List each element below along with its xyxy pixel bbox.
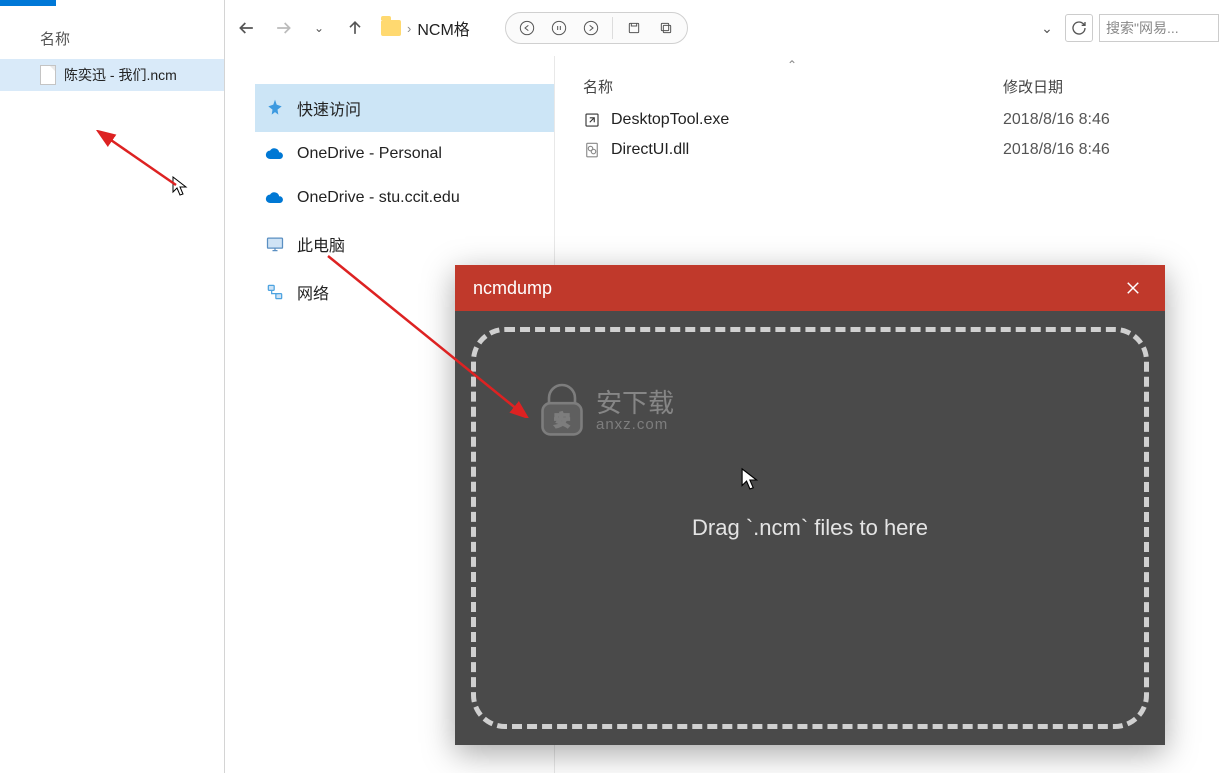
column-header-name[interactable]: 名称 xyxy=(583,76,1003,97)
search-placeholder: 搜索"网易... xyxy=(1106,18,1179,38)
nav-pc-label: 此电脑 xyxy=(297,232,345,256)
nav-quick-label: 快速访问 xyxy=(297,96,361,120)
address-dropdown-button[interactable]: ⌄ xyxy=(1035,16,1059,40)
cursor-icon xyxy=(172,176,190,204)
shortcut-icon xyxy=(583,111,601,129)
nav-onedrive1-label: OneDrive - Personal xyxy=(297,145,442,163)
ncmdump-window: ncmdump 安 安下载 anxz.com Drag `.ncm` f xyxy=(455,265,1165,745)
left-file-name: 陈奕迅 - 我们.ncm xyxy=(64,65,177,85)
forward-button[interactable] xyxy=(269,14,297,42)
explorer-toolbar: ⌄ › NCM格 ⌄ 搜索"网易... xyxy=(225,0,1225,56)
pc-icon xyxy=(265,234,285,254)
save-button[interactable] xyxy=(619,15,649,41)
ncmdump-title: ncmdump xyxy=(473,278,552,299)
media-controls-pill xyxy=(505,12,688,44)
ncmdump-titlebar[interactable]: ncmdump xyxy=(455,265,1165,311)
cloud-icon xyxy=(265,188,285,208)
sidebar-item-quick-access[interactable]: 快速访问 xyxy=(255,84,554,132)
column-headers: ⌃ 名称 修改日期 xyxy=(555,56,1225,105)
cursor-icon xyxy=(741,467,761,499)
file-name: DirectUI.dll xyxy=(611,141,689,159)
lock-icon: 安 xyxy=(536,382,588,440)
refresh-button[interactable] xyxy=(1065,14,1093,42)
pin-icon xyxy=(265,98,285,118)
recent-dropdown-button[interactable]: ⌄ xyxy=(305,14,333,42)
toolbar-right-controls: ⌄ 搜索"网易... xyxy=(1035,14,1219,42)
skip-forward-button[interactable] xyxy=(576,15,606,41)
search-input[interactable]: 搜索"网易... xyxy=(1099,14,1219,42)
dropzone-text: Drag `.ncm` files to here xyxy=(692,515,928,541)
folder-icon xyxy=(381,20,401,36)
breadcrumb[interactable]: › NCM格 xyxy=(377,16,474,40)
breadcrumb-folder[interactable]: NCM格 xyxy=(417,16,469,40)
watermark: 安 安下载 anxz.com xyxy=(536,382,674,440)
file-date: 2018/8/16 8:46 xyxy=(1003,141,1183,159)
close-button[interactable] xyxy=(1119,274,1147,302)
divider xyxy=(612,17,613,39)
window-accent-bar xyxy=(0,0,225,6)
cloud-icon xyxy=(265,144,285,164)
file-name: DesktopTool.exe xyxy=(611,111,729,129)
back-button[interactable] xyxy=(233,14,261,42)
sidebar-item-onedrive-personal[interactable]: OneDrive - Personal xyxy=(255,132,554,176)
file-date: 2018/8/16 8:46 xyxy=(1003,111,1183,129)
ncmdump-dropzone[interactable]: 安 安下载 anxz.com Drag `.ncm` files to here xyxy=(471,327,1149,729)
left-column-header: 名称 xyxy=(0,0,224,59)
copy-button[interactable] xyxy=(651,15,681,41)
ncmdump-body: 安 安下载 anxz.com Drag `.ncm` files to here xyxy=(455,311,1165,745)
table-row[interactable]: DirectUI.dll 2018/8/16 8:46 xyxy=(555,135,1225,165)
left-file-row[interactable]: 陈奕迅 - 我们.ncm xyxy=(0,59,224,91)
sort-indicator-icon[interactable]: ⌃ xyxy=(787,58,797,72)
network-icon xyxy=(265,282,285,302)
watermark-title: 安下载 xyxy=(596,390,674,416)
nav-network-label: 网络 xyxy=(297,280,329,304)
nav-onedrive2-label: OneDrive - stu.ccit.edu xyxy=(297,189,460,207)
column-header-date[interactable]: 修改日期 xyxy=(1003,76,1183,97)
file-icon xyxy=(40,65,56,85)
left-explorer-panel: 名称 陈奕迅 - 我们.ncm xyxy=(0,0,225,773)
skip-back-button[interactable] xyxy=(512,15,542,41)
chevron-right-icon: › xyxy=(407,21,411,36)
sidebar-item-onedrive-edu[interactable]: OneDrive - stu.ccit.edu xyxy=(255,176,554,220)
watermark-subtitle: anxz.com xyxy=(596,416,674,433)
up-button[interactable] xyxy=(341,14,369,42)
svg-text:安: 安 xyxy=(554,411,570,429)
dll-icon xyxy=(583,141,601,159)
sidebar-item-this-pc[interactable]: 此电脑 xyxy=(255,220,554,268)
pause-button[interactable] xyxy=(544,15,574,41)
table-row[interactable]: DesktopTool.exe 2018/8/16 8:46 xyxy=(555,105,1225,135)
